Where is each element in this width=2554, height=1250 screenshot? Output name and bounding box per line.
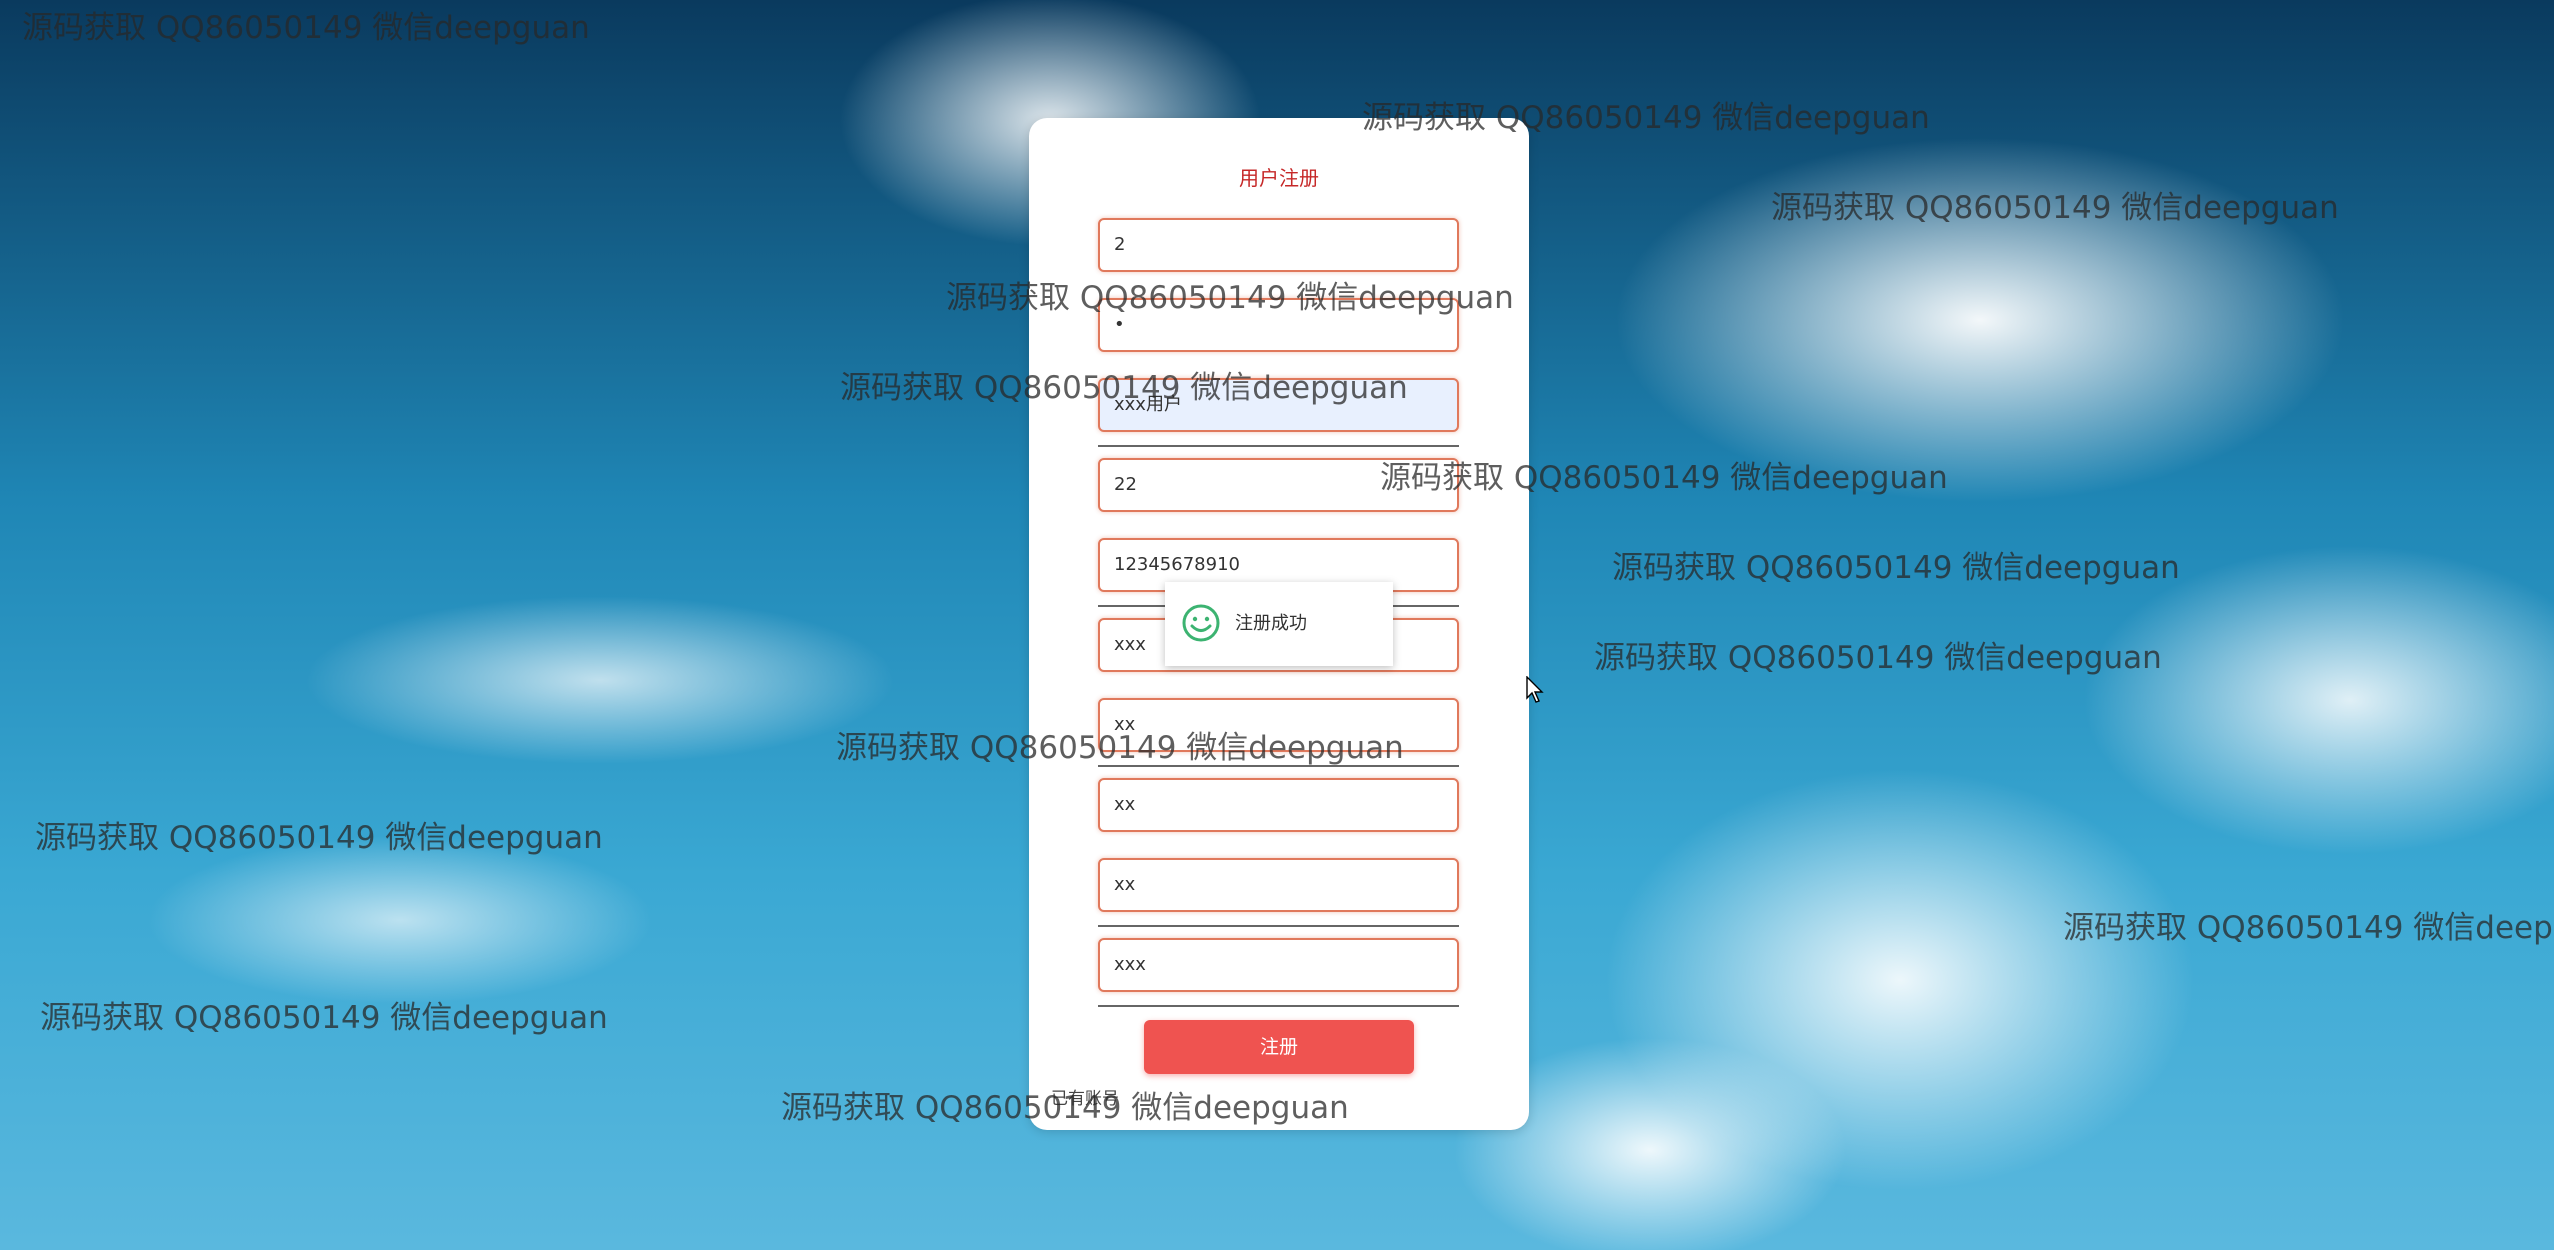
watermark: 源码获取 QQ86050149 微信deepguan [1771, 190, 2339, 226]
watermark: 源码获取 QQ86050149 微信deepguan [40, 1000, 608, 1036]
field-8[interactable]: xx [1098, 778, 1459, 832]
login-link[interactable]: 已有账号 [1051, 1084, 1119, 1109]
divider [1098, 925, 1459, 927]
page-title: 用户注册 [1239, 166, 1319, 190]
divider [1098, 445, 1459, 447]
password-field[interactable]: • [1098, 298, 1459, 352]
watermark: 源码获取 QQ86050149 微信deepguan [35, 820, 603, 856]
field-9[interactable]: xx [1098, 858, 1459, 912]
field-7[interactable]: xx [1098, 698, 1459, 752]
watermark: 源码获取 QQ86050149 微信deepguan [1594, 640, 2162, 676]
mouse-cursor-icon [1526, 676, 1544, 703]
register-button[interactable]: 注册 [1144, 1020, 1414, 1074]
divider [1098, 765, 1459, 767]
toast-message: 注册成功 [1235, 613, 1307, 634]
watermark: 源码获取 QQ86050149 微信deepguan [1612, 550, 2180, 586]
divider [1098, 1005, 1459, 1007]
smiley-icon [1182, 604, 1220, 642]
nickname-field[interactable]: xxx用户 [1098, 378, 1459, 432]
success-toast: 注册成功 [1165, 582, 1393, 666]
watermark: 源码获取 QQ86050149 微信deepguan [2063, 910, 2554, 946]
age-field[interactable]: 22 [1098, 458, 1459, 512]
watermark: 源码获取 QQ86050149 微信deepguan [22, 10, 590, 46]
field-10[interactable]: xxx [1098, 938, 1459, 992]
username-field[interactable]: 2 [1098, 218, 1459, 272]
